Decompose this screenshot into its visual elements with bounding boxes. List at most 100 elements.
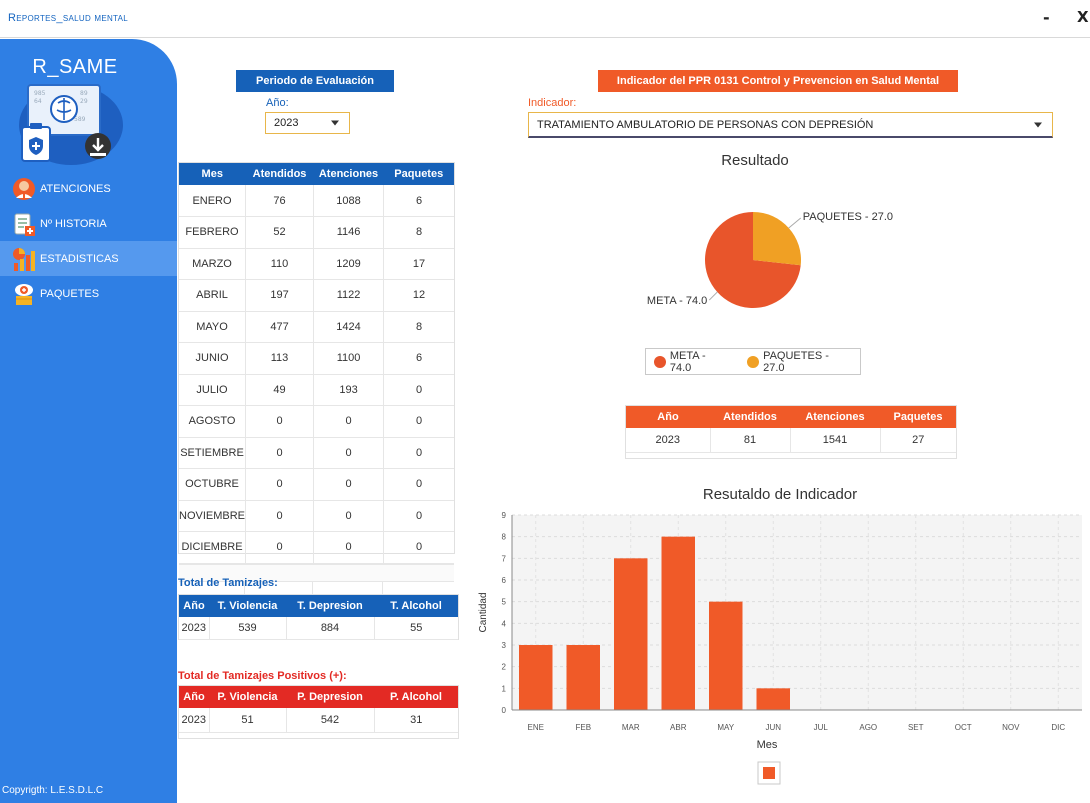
x-tick-label: ENE: [528, 723, 544, 732]
year-label: Año:: [266, 97, 289, 109]
col-header: T. Depresion: [286, 595, 374, 617]
table-row: AGOSTO 0 0 0: [179, 405, 454, 438]
table-cell: 0: [313, 437, 385, 469]
x-tick-label: ABR: [670, 723, 687, 732]
table-cell: MAYO: [179, 311, 247, 343]
brand-title: R_SAME: [32, 56, 118, 78]
table-cell: 8: [383, 216, 454, 249]
x-tick-label: MAY: [717, 723, 734, 732]
table-cell: 17: [383, 248, 454, 280]
x-tick-label: JUL: [814, 723, 829, 732]
x-tick-label: NOV: [1002, 723, 1020, 732]
table-cell: AGOSTO: [179, 405, 247, 438]
table-cell: 1088: [313, 185, 385, 217]
table-cell: 31: [374, 708, 458, 733]
svg-text:589: 589: [74, 116, 86, 123]
sidebar-item-label: PAQUETES: [40, 287, 100, 300]
table-cell: 193: [313, 374, 385, 406]
sidebar-item-label: Nº HISTORIA: [40, 217, 107, 230]
table-cell: 51: [209, 708, 287, 733]
clinical-record-icon: [14, 213, 35, 236]
table-row: JUNIO 113 1100 6: [179, 342, 454, 375]
table-cell: 0: [313, 405, 385, 438]
col-header: P. Depresion: [286, 686, 374, 708]
col-header: Atenciones: [790, 406, 880, 428]
monthly-table-body: ENERO 76 1088 6 FEBRERO 52 1146 8 MARZO 110 1209 17…: [179, 185, 454, 564]
col-header: Paquetes: [383, 163, 454, 185]
resultado-pie-chart: PAQUETES - 27.0 META - 74.0: [647, 211, 893, 308]
table-cell: 0: [313, 531, 385, 564]
x-tick-label: DIC: [1051, 723, 1065, 732]
svg-text:985: 985: [34, 90, 46, 97]
table-cell: 1146: [313, 216, 385, 249]
indicador-select[interactable]: TRATAMIENTO AMBULATORIO DE PERSONAS CON …: [528, 112, 1053, 138]
sidebar-item-paquetes[interactable]: PAQUETES: [0, 276, 177, 311]
table-cell: 12: [383, 279, 454, 312]
table-cell: 2023: [179, 617, 210, 640]
col-header: Año: [626, 406, 710, 428]
y-tick-label: 9: [502, 511, 507, 520]
y-tick-label: 7: [502, 554, 507, 563]
legend-swatch-meta: [654, 355, 666, 368]
table-row: MARZO 110 1209 17: [179, 248, 454, 280]
table-row: FEBRERO 52 1146 8: [179, 216, 454, 249]
table-cell: 542: [286, 708, 375, 733]
bar-ene: [519, 645, 553, 710]
table-cell: 1209: [313, 248, 385, 280]
x-tick-label: OCT: [955, 723, 972, 732]
table-cell: 1424: [313, 311, 385, 343]
resultado-title: Resultado: [721, 152, 789, 169]
table-cell: 81: [710, 428, 791, 453]
tamizajes-positivos-title: Total de Tamizajes Positivos (+):: [178, 670, 347, 682]
sidebar-item-estadisticas[interactable]: ESTADISTICAS: [0, 241, 177, 276]
package-icon: [15, 283, 33, 305]
table-cell: 0: [245, 500, 315, 532]
monthly-table: Mes Atendidos Atenciones Paquetes ENERO 7…: [178, 162, 455, 618]
table-row: ENERO 76 1088 6: [179, 185, 454, 217]
table-cell: 1541: [790, 428, 881, 453]
year-select[interactable]: 2023: [265, 112, 350, 134]
x-tick-label: SET: [908, 723, 924, 732]
table-cell: 2023: [179, 708, 210, 733]
table-row: JULIO 49 193 0: [179, 374, 454, 406]
table-cell: 0: [383, 405, 454, 438]
tamizajes-title: Total de Tamizajes:: [178, 577, 278, 589]
mental-health-logo-icon: 985 64 89 29 589: [19, 84, 123, 165]
table-cell: 197: [245, 279, 315, 312]
table-row: ABRIL 197 1122 12: [179, 279, 454, 312]
indicador-chart-title: Resutaldo de Indicador: [702, 486, 858, 503]
table-cell: 55: [374, 617, 458, 640]
sidebar-item-label: ATENCIONES: [40, 182, 111, 195]
col-header: Mes: [179, 163, 246, 185]
col-header: T. Violencia: [209, 595, 286, 617]
table-cell: FEBRERO: [179, 216, 247, 249]
pie-slice-paquetes: [753, 212, 801, 266]
bar-feb: [566, 645, 600, 710]
table-cell: NOVIEMBRE: [179, 500, 247, 532]
minimize-button[interactable]: -: [1043, 8, 1050, 27]
table-cell: 110: [245, 248, 315, 280]
y-tick-label: 3: [502, 641, 507, 650]
table-cell: 1100: [313, 342, 385, 375]
indicador-label: Indicador:: [528, 97, 577, 109]
table-cell: 6: [383, 342, 454, 375]
table-cell: 477: [245, 311, 315, 343]
title-bar: Reportes_salud mental - X: [0, 0, 1090, 38]
sidebar-item-historia[interactable]: Nº HISTORIA: [0, 206, 177, 241]
table-cell: 8: [383, 311, 454, 343]
chevron-down-icon: [331, 120, 339, 126]
sidebar-item-atenciones[interactable]: ATENCIONES: [0, 171, 177, 206]
col-header: P. Alcohol: [374, 686, 458, 708]
table-cell: JULIO: [179, 374, 247, 406]
close-button[interactable]: X: [1077, 8, 1089, 26]
y-tick-label: 1: [502, 684, 507, 693]
doctor-icon: [13, 177, 35, 200]
copyright-text: Copyrigth: L.E.S.D.L.C: [2, 785, 104, 796]
table-cell: 539: [209, 617, 287, 640]
bar-jun: [756, 688, 790, 710]
col-header: Atendidos: [245, 163, 314, 185]
x-tick-label: AGO: [859, 723, 877, 732]
y-tick-label: 8: [502, 533, 507, 542]
tamizajes-positivos-table: Año P. Violencia P. Depresion P. Alcohol…: [178, 685, 459, 739]
table-cell: OCTUBRE: [179, 468, 247, 501]
